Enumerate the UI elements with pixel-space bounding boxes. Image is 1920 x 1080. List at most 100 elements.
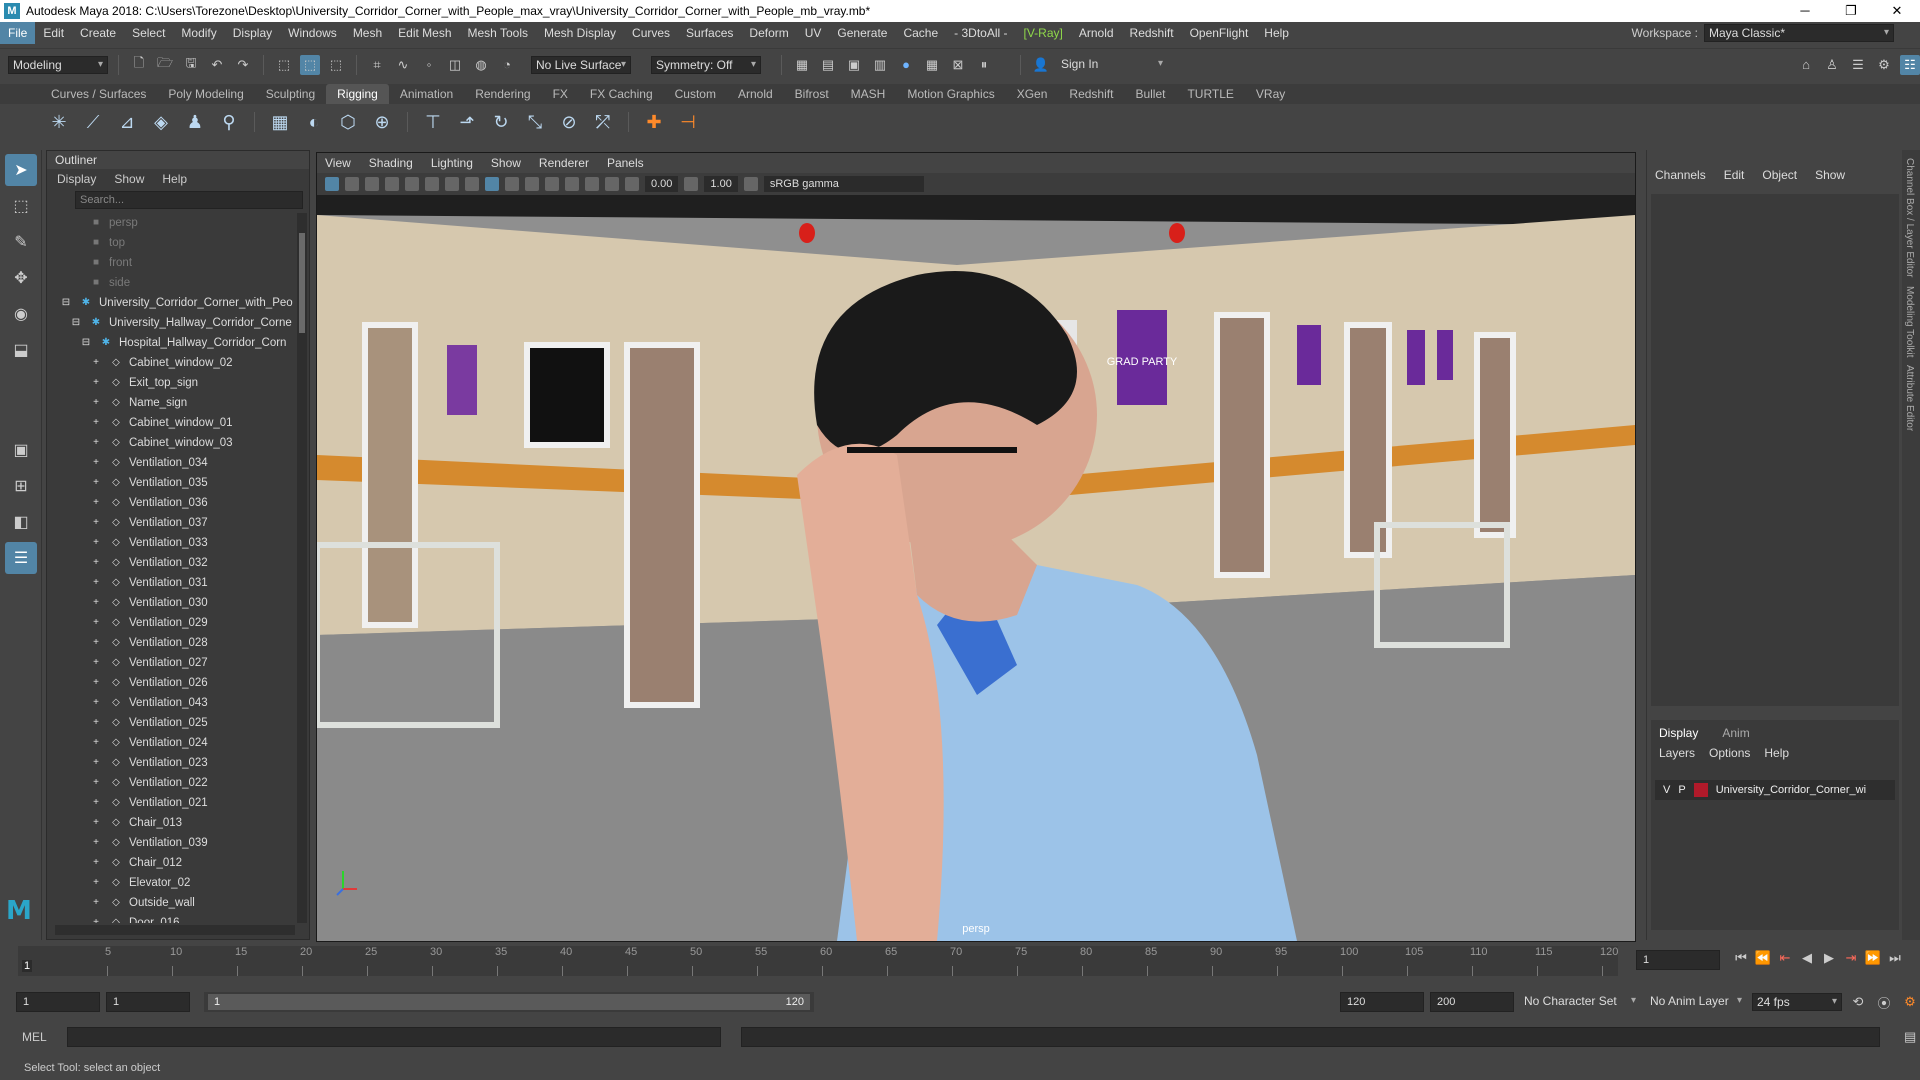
expand-toggle-icon[interactable]: +: [89, 753, 103, 773]
expand-toggle-icon[interactable]: +: [89, 493, 103, 513]
layer-tab-anim[interactable]: Anim: [1722, 726, 1749, 740]
expand-toggle-icon[interactable]: +: [89, 353, 103, 373]
command-input[interactable]: [66, 1027, 721, 1047]
range-slider-handle[interactable]: 1 120: [208, 994, 810, 1010]
wrap-icon[interactable]: ◐: [301, 109, 327, 135]
expand-toggle-icon[interactable]: +: [89, 393, 103, 413]
expand-toggle-icon[interactable]: +: [89, 693, 103, 713]
single-perspective-layout-icon[interactable]: ▣: [5, 434, 37, 466]
lights-icon[interactable]: [525, 177, 539, 191]
outliner-row[interactable]: + ◇ Ventilation_034: [47, 453, 297, 473]
render-frame-icon[interactable]: ▦: [792, 55, 812, 75]
auto-key-icon[interactable]: ⦿: [1874, 992, 1894, 1012]
play-forward-icon[interactable]: ▶: [1818, 950, 1840, 966]
menu-select[interactable]: Select: [124, 22, 173, 44]
expand-toggle-icon[interactable]: +: [89, 873, 103, 893]
snap-view-icon[interactable]: ◫: [445, 55, 465, 75]
resolution-gate-icon[interactable]: [445, 177, 459, 191]
viewport-menu-show[interactable]: Show: [491, 153, 521, 173]
aim-constraint-icon[interactable]: ⊘: [556, 109, 582, 135]
outliner-row[interactable]: ■ front: [47, 253, 297, 273]
menu-windows[interactable]: Windows: [280, 22, 345, 44]
fps-dropdown[interactable]: 24 fps: [1752, 993, 1842, 1011]
outliner-row[interactable]: + ◇ Cabinet_window_03: [47, 433, 297, 453]
go-to-start-icon[interactable]: ⏮: [1730, 950, 1752, 966]
collapse-toggle-icon[interactable]: ⊟: [79, 333, 93, 353]
outliner-row[interactable]: + ◇ Chair_012: [47, 853, 297, 873]
outliner-horizontal-scrollbar[interactable]: [55, 925, 295, 935]
shelf-tab-custom[interactable]: Custom: [664, 84, 727, 104]
outliner-row[interactable]: + ◇ Ventilation_032: [47, 553, 297, 573]
outliner-search-input[interactable]: Search...: [75, 191, 303, 209]
close-button[interactable]: ✕: [1874, 0, 1920, 22]
expand-toggle-icon[interactable]: +: [89, 593, 103, 613]
expand-toggle-icon[interactable]: +: [89, 833, 103, 853]
exposure-icon[interactable]: [625, 177, 639, 191]
outliner-row[interactable]: + ◇ Ventilation_035: [47, 473, 297, 493]
parent-constraint-icon[interactable]: ⊤: [420, 109, 446, 135]
outliner-row[interactable]: + ◇ Ventilation_033: [47, 533, 297, 553]
layer-menu-help[interactable]: Help: [1764, 746, 1789, 760]
play-backward-icon[interactable]: ◀: [1796, 950, 1818, 966]
current-frame-marker[interactable]: 1: [22, 960, 33, 972]
scrollbar-thumb[interactable]: [299, 233, 305, 333]
select-tool-icon[interactable]: ➤: [5, 154, 37, 186]
expand-toggle-icon[interactable]: +: [89, 373, 103, 393]
workspace-dropdown[interactable]: Maya Classic*: [1704, 24, 1894, 42]
current-frame-field[interactable]: 1: [1636, 950, 1720, 970]
shadows-icon[interactable]: [545, 177, 559, 191]
expand-toggle-icon[interactable]: +: [89, 613, 103, 633]
loop-icon[interactable]: ⟲: [1848, 992, 1868, 1012]
menu-3dtoall[interactable]: - 3DtoAll -: [946, 22, 1015, 44]
shelf-tab-sculpting[interactable]: Sculpting: [255, 84, 326, 104]
viewport-menu-shading[interactable]: Shading: [369, 153, 413, 173]
outliner-layout-icon[interactable]: ☰: [5, 542, 37, 574]
expand-toggle-icon[interactable]: +: [89, 673, 103, 693]
outliner-row[interactable]: + ◇ Outside_wall: [47, 893, 297, 913]
shelf-tab-bullet[interactable]: Bullet: [1124, 84, 1176, 104]
cluster-icon[interactable]: ⬡: [335, 109, 361, 135]
expand-toggle-icon[interactable]: +: [89, 913, 103, 923]
outliner-menu-display[interactable]: Display: [57, 169, 96, 189]
menu-edit-mesh[interactable]: Edit Mesh: [390, 22, 459, 44]
outliner-row[interactable]: + ◇ Chair_013: [47, 813, 297, 833]
render-sequence-icon[interactable]: ▤: [818, 55, 838, 75]
hypershade-icon[interactable]: ●: [896, 55, 916, 75]
outliner-row[interactable]: + ◇ Ventilation_028: [47, 633, 297, 653]
ik-handle-icon[interactable]: ⟋: [80, 109, 106, 135]
redo-icon[interactable]: ↷: [233, 55, 253, 75]
shelf-tab-mash[interactable]: MASH: [840, 84, 897, 104]
menu-edit[interactable]: Edit: [35, 22, 72, 44]
paint-select-tool-icon[interactable]: ✎: [5, 226, 37, 258]
layer-menu-options[interactable]: Options: [1709, 746, 1750, 760]
outliner-row[interactable]: ⊟ ✱ University_Hallway_Corridor_Corne: [47, 313, 297, 333]
viewport-menu-panels[interactable]: Panels: [607, 153, 644, 173]
collapse-toggle-icon[interactable]: ⊟: [59, 293, 73, 313]
step-forward-frame-icon[interactable]: ⇥: [1840, 950, 1862, 966]
snap-point-icon[interactable]: ◦: [419, 55, 439, 75]
outliner-row[interactable]: + ◇ Ventilation_031: [47, 573, 297, 593]
channel-box-menu-edit[interactable]: Edit: [1724, 168, 1745, 182]
range-slider[interactable]: 1 120: [204, 992, 814, 1012]
menu-mesh[interactable]: Mesh: [345, 22, 390, 44]
side-tab-modeling-toolkit[interactable]: Modeling Toolkit: [1904, 286, 1915, 358]
outliner-row[interactable]: ⊟ ✱ Hospital_Hallway_Corridor_Corn: [47, 333, 297, 353]
menu-cache[interactable]: Cache: [895, 22, 946, 44]
expand-toggle-icon[interactable]: +: [89, 453, 103, 473]
outliner-row[interactable]: + ◇ Ventilation_025: [47, 713, 297, 733]
go-to-end-icon[interactable]: ⏭: [1884, 950, 1906, 966]
grid-toggle-icon[interactable]: [405, 177, 419, 191]
menu-surfaces[interactable]: Surfaces: [678, 22, 741, 44]
quick-rig-icon[interactable]: ♟: [182, 109, 208, 135]
outliner-row[interactable]: + ◇ Ventilation_037: [47, 513, 297, 533]
select-camera-icon[interactable]: [325, 177, 339, 191]
outliner-row[interactable]: + ◇ Ventilation_023: [47, 753, 297, 773]
side-tab-attribute-editor[interactable]: Attribute Editor: [1904, 365, 1915, 431]
color-management-icon[interactable]: [743, 177, 758, 191]
outliner-row[interactable]: + ◇ Ventilation_021: [47, 793, 297, 813]
pole-vector-icon[interactable]: ⤱: [590, 109, 616, 135]
character-set-dropdown[interactable]: No Character Set: [1520, 993, 1640, 1011]
bind-skin-icon[interactable]: ◈: [148, 109, 174, 135]
outliner-row[interactable]: + ◇ Ventilation_030: [47, 593, 297, 613]
image-plane-icon[interactable]: [385, 177, 399, 191]
